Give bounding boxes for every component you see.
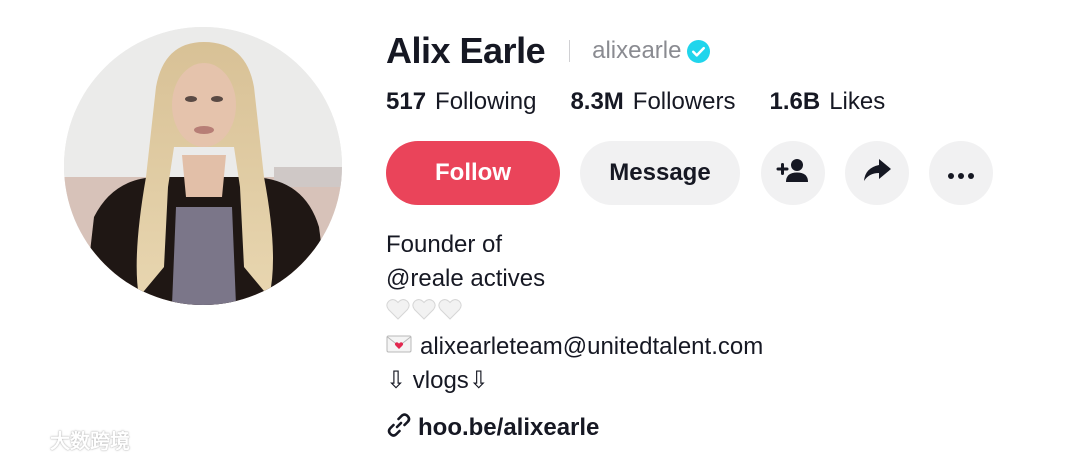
stat-value: 8.3M — [570, 88, 624, 115]
watermark: 大数跨境 — [8, 424, 130, 454]
white-heart-icon — [386, 296, 412, 330]
love-letter-icon — [386, 330, 420, 364]
stat-likes: 1.6B Likes — [770, 88, 886, 116]
name-row: Alix Earle alixearle — [386, 28, 711, 74]
action-buttons: Follow Message — [386, 141, 993, 205]
verified-badge-icon — [687, 39, 711, 63]
follow-button[interactable]: Follow — [386, 141, 560, 205]
profile-bio: Founder of @reale actives alixearleteam@… — [386, 228, 763, 398]
message-button[interactable]: Message — [580, 141, 740, 205]
display-name: Alix Earle — [386, 30, 546, 71]
profile-link[interactable]: hoo.be/alixearle — [386, 411, 599, 445]
stat-label: Likes — [829, 88, 886, 115]
stat-followers[interactable]: 8.3M Followers — [570, 88, 735, 116]
bio-hearts — [386, 296, 763, 330]
more-button[interactable] — [929, 141, 993, 205]
name-divider — [569, 40, 571, 62]
watermark-logo-icon — [8, 424, 50, 454]
share-icon — [862, 157, 892, 190]
share-button[interactable] — [845, 141, 909, 205]
stat-label: Followers — [632, 88, 736, 115]
stat-label: Following — [435, 88, 537, 115]
avatar-photo — [64, 27, 342, 305]
stats-row: 517 Following 8.3M Followers 1.6B Likes — [386, 86, 919, 118]
stat-value: 517 — [386, 88, 427, 115]
bio-email: alixearleteam@unitedtalent.com — [420, 333, 764, 360]
username: alixearle — [592, 37, 682, 64]
bio-line: @reale actives — [386, 265, 546, 292]
white-heart-icon — [438, 296, 464, 330]
watermark-text: 大数跨境 — [50, 430, 130, 453]
stat-following[interactable]: 517 Following — [386, 88, 536, 116]
link-text: hoo.be/alixearle — [418, 414, 600, 441]
bio-line: ⇩ vlogs⇩ — [386, 367, 489, 394]
profile-avatar[interactable] — [64, 27, 342, 305]
add-friend-icon — [776, 157, 810, 190]
white-heart-icon — [412, 296, 438, 330]
add-friend-button[interactable] — [761, 141, 825, 205]
bio-line: Founder of — [386, 231, 503, 258]
more-icon — [947, 159, 975, 187]
bio-email-line: alixearleteam@unitedtalent.com — [386, 330, 763, 364]
link-icon — [386, 412, 418, 445]
stat-value: 1.6B — [769, 88, 821, 115]
